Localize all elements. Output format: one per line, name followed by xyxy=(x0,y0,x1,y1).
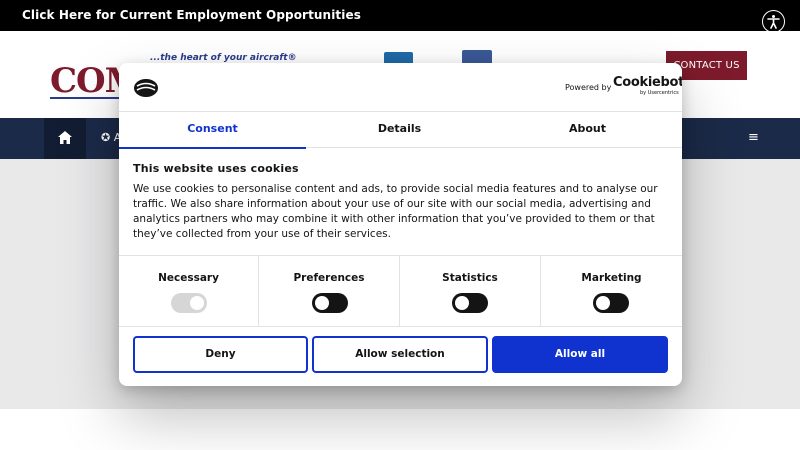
home-icon xyxy=(58,131,72,144)
allow-selection-button[interactable]: Allow selection xyxy=(312,336,488,373)
tab-consent[interactable]: Consent xyxy=(119,112,306,149)
employment-link[interactable]: Click Here for Current Employment Opport… xyxy=(22,8,361,22)
statistics-toggle[interactable] xyxy=(452,293,488,313)
hamburger-icon[interactable]: ≡ xyxy=(748,130,759,145)
allow-all-button[interactable]: Allow all xyxy=(492,336,668,373)
category-label: Necessary xyxy=(158,272,219,284)
cookie-icon xyxy=(133,77,159,103)
cookie-consent-dialog: Powered by Cookiebot by Usercentrics Con… xyxy=(119,63,682,386)
facebook-icon[interactable] xyxy=(462,50,492,64)
dialog-tabs: Consent Details About xyxy=(119,111,682,149)
necessary-toggle xyxy=(171,293,207,313)
category-necessary: Necessary xyxy=(119,256,259,327)
tagline: ...the heart of your aircraft® xyxy=(150,53,297,63)
deny-button[interactable]: Deny xyxy=(133,336,308,373)
preferences-toggle[interactable] xyxy=(312,293,348,313)
dialog-description: We use cookies to personalise content an… xyxy=(133,183,658,240)
category-preferences: Preferences xyxy=(259,256,400,327)
category-label: Statistics xyxy=(442,272,498,284)
category-marketing: Marketing xyxy=(541,256,682,327)
logo-underline xyxy=(50,97,125,99)
dialog-heading: This website uses cookies xyxy=(133,162,299,175)
category-label: Marketing xyxy=(581,272,642,284)
category-statistics: Statistics xyxy=(400,256,541,327)
category-label: Preferences xyxy=(293,272,365,284)
tab-details[interactable]: Details xyxy=(306,112,493,149)
cookiebot-logo[interactable]: Cookiebot xyxy=(613,75,682,90)
home-button[interactable] xyxy=(44,118,86,159)
powered-by-text: Powered by xyxy=(565,83,612,92)
tab-about[interactable]: About xyxy=(493,112,682,149)
marketing-toggle[interactable] xyxy=(593,293,629,313)
cookiebot-sub: by Usercentrics xyxy=(640,90,679,96)
top-bar: Click Here for Current Employment Opport… xyxy=(0,0,800,33)
cookie-categories: Necessary Preferences Statistics Marketi… xyxy=(119,255,682,327)
accessibility-icon[interactable] xyxy=(762,10,785,33)
